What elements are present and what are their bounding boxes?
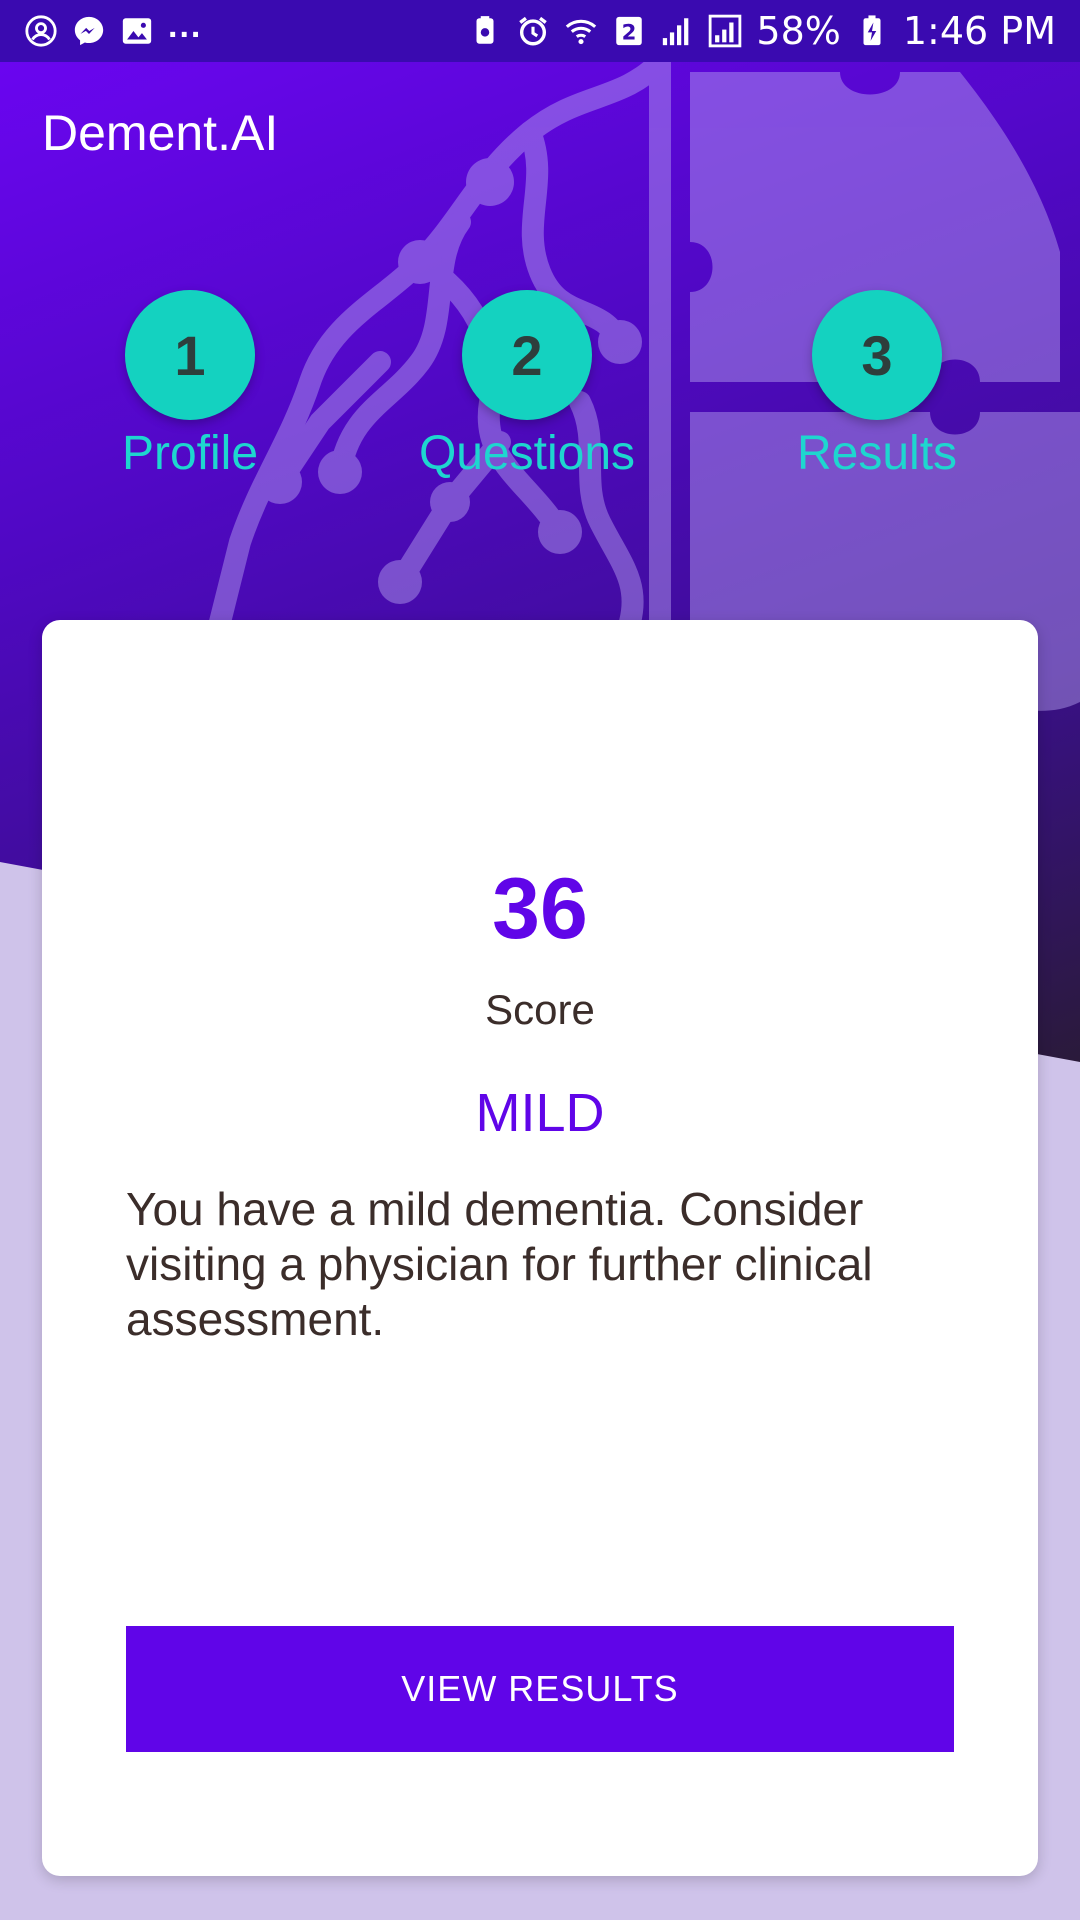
step-questions[interactable]: 2 Questions	[397, 290, 657, 481]
step-profile[interactable]: 1 Profile	[60, 290, 320, 481]
account-circle-icon	[24, 14, 58, 48]
step-number: 2	[462, 290, 592, 420]
progress-stepper: 1 Profile 2 Questions 3 Results	[0, 290, 1080, 490]
battery-charging-icon	[855, 14, 889, 48]
step-label: Results	[796, 427, 958, 480]
status-bar: ... 2 58% 1:46 PM	[0, 0, 1080, 62]
gallery-icon	[120, 14, 154, 48]
alarm-icon	[516, 14, 550, 48]
status-bar-right: 2 58% 1:46 PM	[468, 9, 1056, 53]
score-value: 36	[492, 861, 588, 957]
more-notifications-indicator: ...	[168, 6, 203, 45]
score-label: Score	[485, 986, 595, 1033]
wifi-icon	[564, 14, 598, 48]
severity-level: MILD	[475, 1083, 605, 1143]
sim-badge-text: 2	[622, 21, 637, 46]
clock: 1:46 PM	[902, 9, 1056, 53]
result-message: You have a mild dementia. Consider visit…	[126, 1183, 873, 1345]
app-lock-icon	[468, 14, 502, 48]
app-title: Dement.AI	[42, 105, 279, 161]
status-bar-left: ...	[24, 7, 202, 48]
messenger-icon	[72, 14, 106, 48]
step-label: Questions	[418, 427, 636, 480]
step-number: 3	[812, 290, 942, 420]
result-card: 36 Score MILD You have a mild dementia. …	[42, 620, 1038, 1876]
battery-percent: 58%	[756, 9, 841, 53]
sim-2-icon: 2	[612, 14, 646, 48]
step-results[interactable]: 3 Results	[747, 290, 1007, 481]
signal-icon	[660, 14, 694, 48]
view-results-button[interactable]: VIEW RESULTS	[126, 1626, 954, 1752]
step-number: 1	[125, 290, 255, 420]
step-label: Profile	[121, 427, 259, 480]
signal-box-icon	[708, 14, 742, 48]
